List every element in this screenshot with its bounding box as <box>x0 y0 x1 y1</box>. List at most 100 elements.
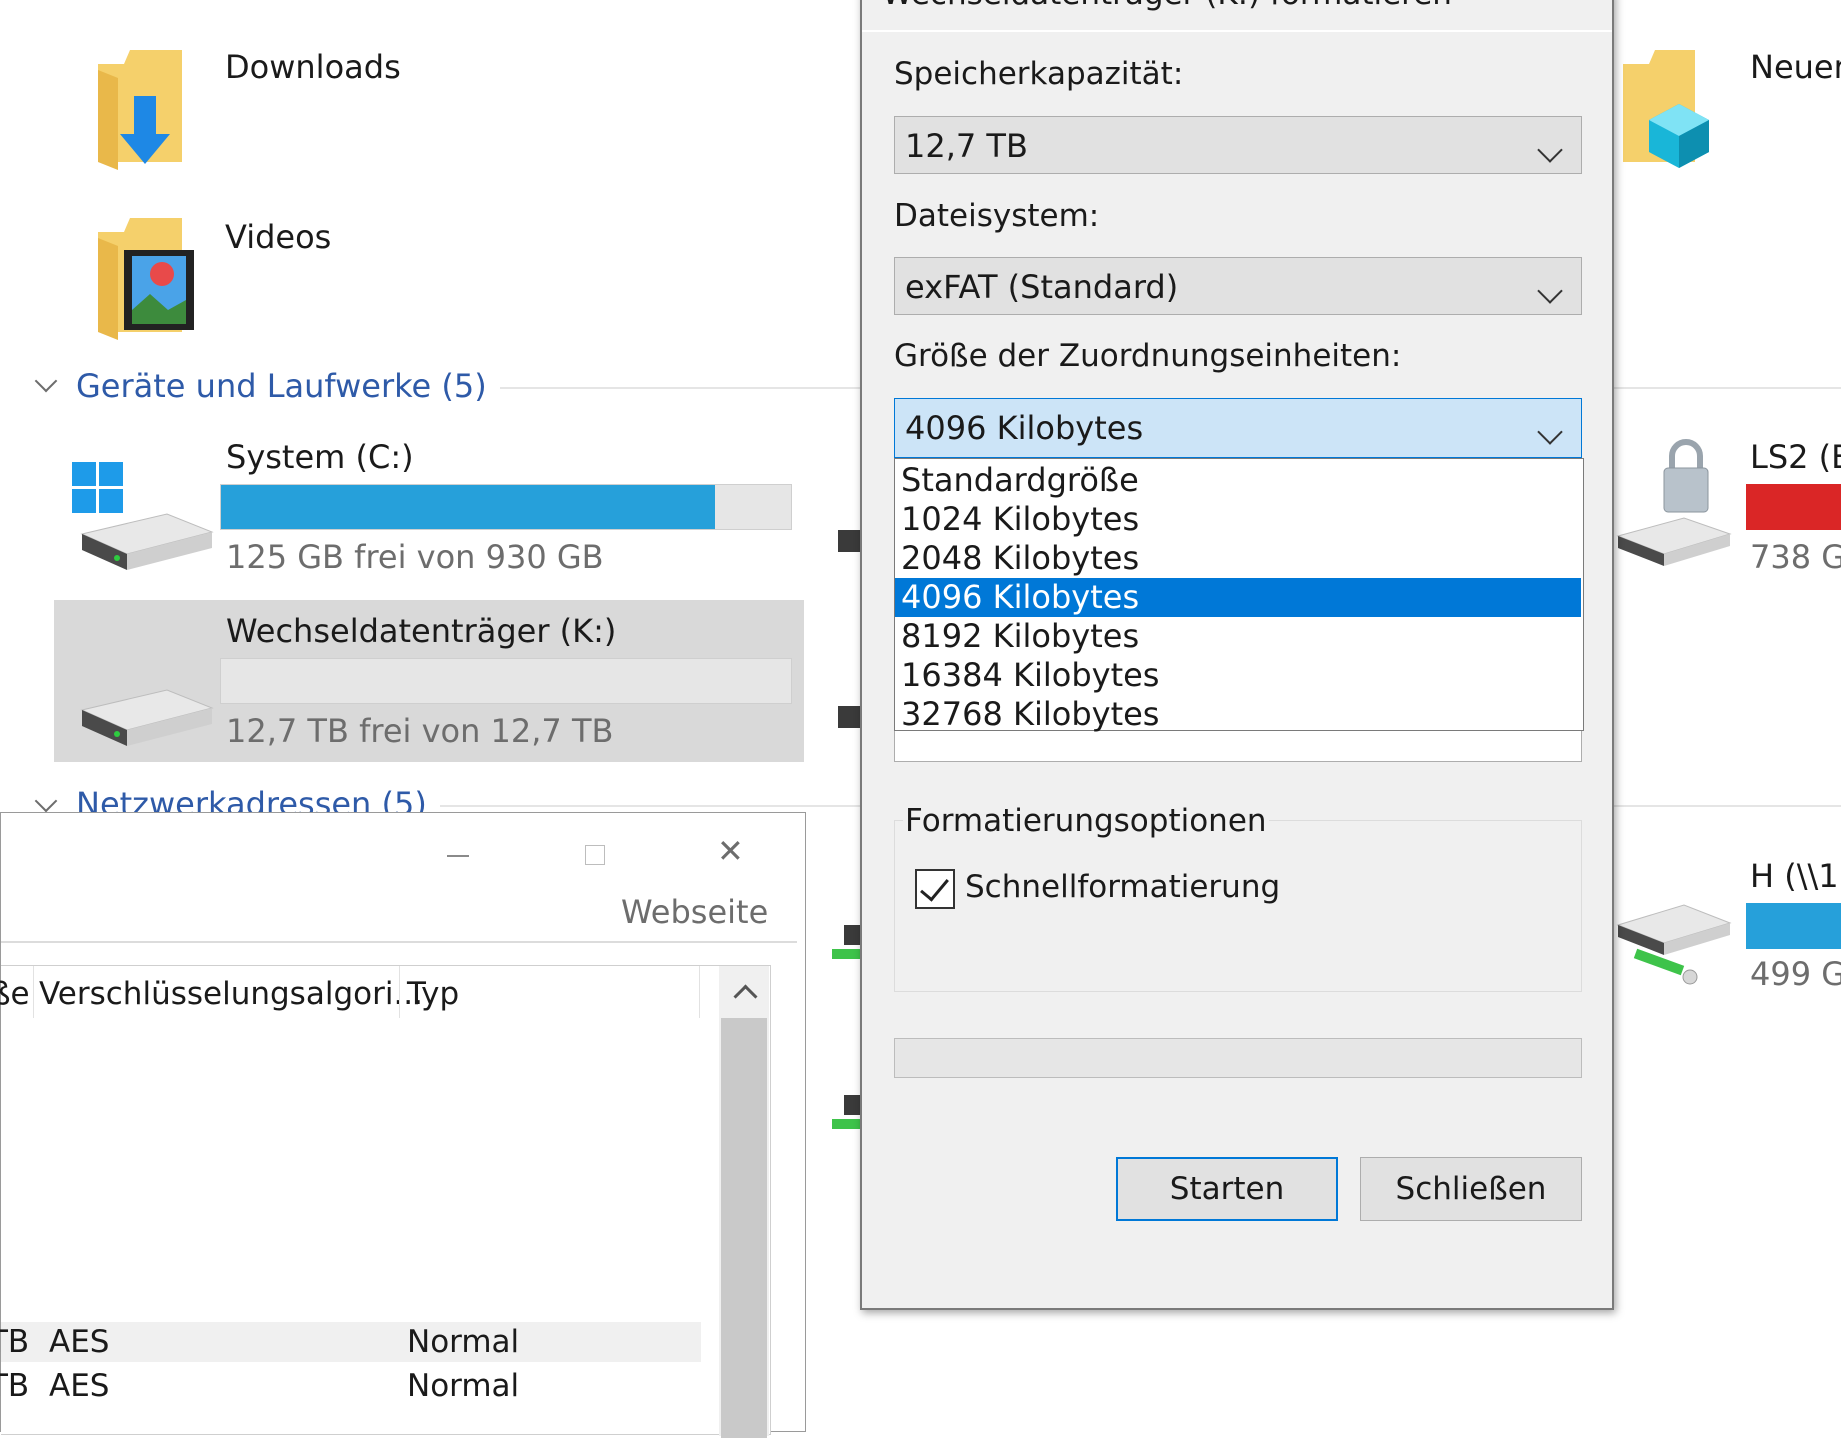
section-divider <box>440 805 860 807</box>
drive-name: LS2 (E <box>1750 438 1841 476</box>
network-drive-icon <box>1616 904 1732 985</box>
cell: AES <box>49 1324 110 1360</box>
chevron-down-icon <box>1537 419 1563 445</box>
dropdown-option[interactable]: 4096 Kilobytes <box>895 578 1581 617</box>
checkmark-icon <box>920 871 949 902</box>
drive-free-text: 499 G <box>1750 955 1841 993</box>
cell: Normal <box>407 1368 520 1404</box>
drive-item-ls2[interactable]: LS2 (E 738 G <box>1614 432 1841 582</box>
cell: TB <box>0 1324 30 1360</box>
dropdown-option[interactable]: 2048 Kilobytes <box>895 539 1581 578</box>
section-label: Geräte und Laufwerke (5) <box>76 367 487 405</box>
drive-free-text: 125 GB frei von 930 GB <box>226 538 604 576</box>
drive-item-c[interactable]: System (C:) 125 GB frei von 930 GB <box>54 432 804 582</box>
drive-name: Wechseldatenträger (K:) <box>226 612 617 650</box>
downloads-folder-icon <box>98 50 182 170</box>
list-view: ße Verschlüsselungsalgori... Typ TB AES … <box>0 965 771 1438</box>
section-divider <box>1614 387 1841 389</box>
drive-item-h[interactable]: H (\\1 499 G <box>1614 855 1841 1005</box>
filesystem-select[interactable]: exFAT (Standard) <box>894 257 1582 315</box>
select-value: 4096 Kilobytes <box>905 409 1144 447</box>
webseite-link[interactable]: Webseite <box>621 893 768 931</box>
secondary-window: ✕ Webseite ße Verschlüsselungsalgori... … <box>0 812 806 1438</box>
dialog-title: Wechseldatenträger (K:) formatieren <box>882 0 1452 12</box>
column-separator <box>399 966 400 1018</box>
drive-usage-fill <box>1746 903 1841 949</box>
drive-name: H (\\1 <box>1750 857 1839 895</box>
list-header: ße Verschlüsselungsalgori... Typ <box>0 966 701 1018</box>
dropdown-option[interactable]: 8192 Kilobytes <box>895 617 1581 656</box>
group-label: Formatierungsoptionen <box>903 803 1269 839</box>
maximize-button[interactable] <box>573 825 617 865</box>
quick-format-checkbox[interactable] <box>915 869 955 909</box>
folder-item-neuer[interactable]: Neuer <box>1615 30 1841 170</box>
drive-icon-partial <box>838 530 862 552</box>
close-dialog-button[interactable]: Schließen <box>1360 1157 1582 1221</box>
section-divider <box>1614 805 1841 807</box>
scroll-up-button[interactable] <box>719 966 769 1014</box>
start-button[interactable]: Starten <box>1116 1157 1338 1221</box>
folder-label: Downloads <box>225 48 401 86</box>
dropdown-option[interactable]: Standardgröße <box>895 461 1581 500</box>
drive-usage-fill <box>221 485 715 529</box>
minimize-button[interactable] <box>437 825 481 865</box>
select-value: exFAT (Standard) <box>905 268 1179 306</box>
scrollbar[interactable] <box>719 966 769 1438</box>
windows-drive-icon <box>72 462 214 570</box>
column-separator <box>699 966 700 1018</box>
drive-free-text: 12,7 TB frei von 12,7 TB <box>226 712 614 750</box>
format-options-group: Formatierungsoptionen Schnellformatierun… <box>894 803 1582 992</box>
network-drive-icon-partial <box>832 925 862 965</box>
title-bar-divider <box>862 30 1612 32</box>
capacity-select[interactable]: 12,7 TB <box>894 116 1582 174</box>
chevron-down-icon <box>34 369 58 393</box>
folder-label: Videos <box>225 218 332 256</box>
drive-usage-fill <box>1746 484 1841 530</box>
drive-item-k[interactable]: Wechseldatenträger (K:) 12,7 TB frei von… <box>54 600 804 762</box>
devices-section-header[interactable]: Geräte und Laufwerke (5) <box>30 365 900 415</box>
videos-folder-icon <box>98 218 194 340</box>
column-separator <box>33 966 34 1018</box>
chevron-down-icon <box>34 789 58 813</box>
column-header[interactable]: Typ <box>407 976 459 1012</box>
close-icon: ✕ <box>717 832 744 870</box>
select-value: 12,7 TB <box>905 127 1028 165</box>
section-divider <box>500 387 900 389</box>
removable-drive-icon <box>80 689 214 746</box>
allocation-dropdown-list: Standardgröße 1024 Kilobytes 2048 Kilobyte… <box>894 458 1584 734</box>
dropdown-option[interactable]: 32768 Kilobytes <box>895 695 1581 734</box>
capacity-label: Speicherkapazität: <box>894 56 1184 92</box>
drive-free-text: 738 G <box>1750 538 1841 576</box>
dropdown-option[interactable]: 16384 Kilobytes <box>895 656 1581 695</box>
chevron-down-icon <box>1537 278 1563 304</box>
allocation-label: Größe der Zuordnungseinheiten: <box>894 338 1402 374</box>
chevron-up-icon <box>733 984 758 1009</box>
table-row[interactable]: TB AES Normal <box>0 1366 701 1406</box>
close-button[interactable]: ✕ <box>709 825 753 870</box>
cell: TB <box>0 1368 30 1404</box>
3d-objects-folder-icon <box>1623 50 1709 168</box>
quick-format-label[interactable]: Schnellformatierung <box>965 869 1280 905</box>
column-header[interactable]: Verschlüsselungsalgori... <box>39 976 423 1012</box>
locked-drive-icon <box>1616 439 1732 566</box>
drive-icon-partial <box>838 706 862 728</box>
cell: Normal <box>407 1324 520 1360</box>
allocation-select[interactable]: 4096 Kilobytes <box>894 398 1582 458</box>
folder-label: Neuer <box>1750 48 1841 86</box>
column-header[interactable]: ße <box>0 976 30 1012</box>
folder-item-downloads[interactable]: Downloads <box>80 30 500 170</box>
drive-usage-bar <box>220 658 792 704</box>
window-divider <box>1 941 797 943</box>
cell: AES <box>49 1368 110 1404</box>
dropdown-option[interactable]: 1024 Kilobytes <box>895 500 1581 539</box>
chevron-down-icon <box>1537 137 1563 163</box>
scroll-thumb[interactable] <box>721 1018 767 1438</box>
network-drive-icon-partial <box>832 1095 862 1135</box>
format-progress-bar <box>894 1038 1582 1078</box>
table-row[interactable]: TB AES Normal <box>0 1322 701 1362</box>
format-dialog: Wechseldatenträger (K:) formatieren Spei… <box>860 0 1614 1310</box>
drive-name: System (C:) <box>226 438 414 476</box>
folder-item-videos[interactable]: Videos <box>80 200 500 340</box>
filesystem-label: Dateisystem: <box>894 198 1100 234</box>
drive-usage-bar <box>220 484 792 530</box>
